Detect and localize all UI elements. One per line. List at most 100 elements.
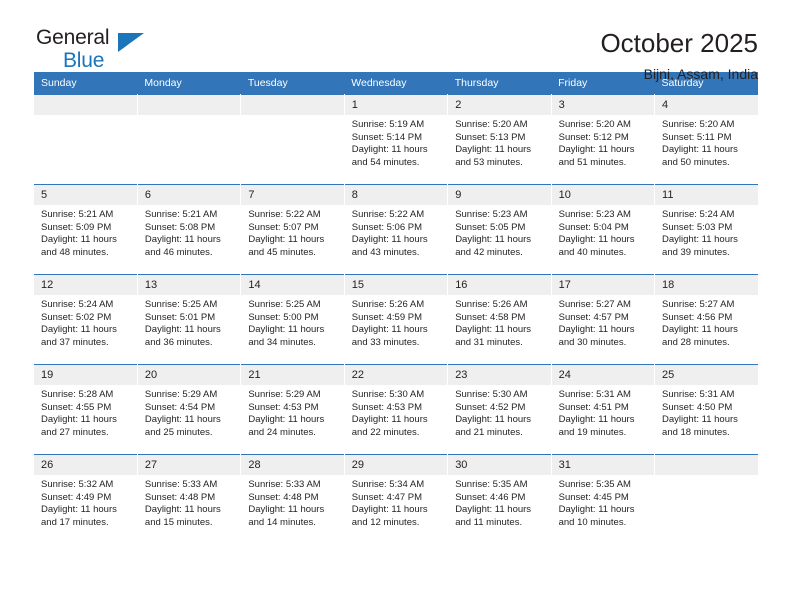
sunset-text: Sunset: 5:02 PM (41, 311, 112, 323)
sunset-text: Sunset: 5:12 PM (558, 131, 629, 143)
sunset-text: Sunset: 4:48 PM (144, 491, 216, 503)
day-number: 17 (551, 275, 655, 295)
day-details: Sunrise: 5:28 AM Sunset: 4:55 PM Dayligh… (34, 385, 137, 439)
day-cell[interactable]: 21 Sunrise: 5:29 AM Sunset: 4:53 PM Dayl… (240, 364, 345, 455)
day-details: Sunrise: 5:20 AM Sunset: 5:11 PM Dayligh… (655, 115, 758, 169)
daylight-text-line1: Daylight: 11 hours (558, 144, 635, 156)
daylight-text-line2: and 30 minutes. (558, 336, 627, 348)
day-number: 15 (344, 275, 448, 295)
sunrise-text: Sunrise: 5:23 AM (558, 209, 631, 220)
day-cell[interactable]: 13 Sunrise: 5:25 AM Sunset: 5:01 PM Dayl… (137, 274, 242, 365)
day-number: 14 (241, 275, 344, 295)
daylight-text-line2: and 40 minutes. (558, 246, 627, 258)
daylight-text-line2: and 42 minutes. (455, 246, 523, 258)
day-cell[interactable]: 1 Sunrise: 5:19 AM Sunset: 5:14 PM Dayli… (344, 94, 449, 185)
day-cell[interactable]: 7 Sunrise: 5:22 AM Sunset: 5:07 PM Dayli… (240, 184, 345, 275)
day-number: 21 (241, 365, 344, 385)
daylight-text-line2: and 12 minutes. (351, 516, 420, 528)
day-number: 1 (344, 95, 448, 115)
sunrise-text: Sunrise: 5:33 AM (144, 479, 218, 490)
page-header: General Blue October 2025 Bijni, Assam, … (34, 0, 758, 83)
week-row: 1 Sunrise: 5:19 AM Sunset: 5:14 PM Dayli… (34, 94, 758, 185)
daylight-text-line2: and 54 minutes. (351, 156, 420, 168)
sunrise-text: Sunrise: 5:26 AM (351, 299, 425, 310)
day-details: Sunrise: 5:34 AM Sunset: 4:47 PM Dayligh… (345, 475, 447, 529)
day-cell[interactable]: 28 Sunrise: 5:33 AM Sunset: 4:48 PM Dayl… (240, 454, 345, 545)
sunset-text: Sunset: 4:53 PM (248, 401, 319, 413)
day-details: Sunrise: 5:29 AM Sunset: 4:53 PM Dayligh… (241, 385, 343, 439)
day-cell[interactable]: 6 Sunrise: 5:21 AM Sunset: 5:08 PM Dayli… (137, 184, 242, 275)
daylight-text-line1: Daylight: 11 hours (351, 234, 428, 246)
day-cell[interactable]: 9 Sunrise: 5:23 AM Sunset: 5:05 PM Dayli… (447, 184, 552, 275)
day-number: 9 (448, 185, 551, 205)
day-cell[interactable]: 22 Sunrise: 5:30 AM Sunset: 4:53 PM Dayl… (344, 364, 449, 455)
day-details (241, 115, 343, 119)
day-number: 31 (551, 455, 655, 475)
sunrise-text: Sunrise: 5:35 AM (558, 479, 631, 490)
sunrise-text: Sunrise: 5:33 AM (248, 479, 321, 490)
day-cell[interactable]: 17 Sunrise: 5:27 AM Sunset: 4:57 PM Dayl… (551, 274, 656, 365)
day-cell[interactable] (654, 454, 758, 545)
day-cell[interactable]: 18 Sunrise: 5:27 AM Sunset: 4:56 PM Dayl… (654, 274, 758, 365)
day-number: 25 (655, 365, 758, 385)
day-cell[interactable]: 11 Sunrise: 5:24 AM Sunset: 5:03 PM Dayl… (654, 184, 758, 275)
day-number: 26 (34, 455, 137, 475)
daylight-text-line2: and 33 minutes. (351, 336, 420, 348)
general-blue-logo[interactable]: General Blue (34, 27, 166, 83)
day-details: Sunrise: 5:21 AM Sunset: 5:08 PM Dayligh… (138, 205, 240, 259)
calendar-page: General Blue October 2025 Bijni, Assam, … (0, 0, 792, 612)
daylight-text-line1: Daylight: 11 hours (351, 504, 428, 516)
day-details: Sunrise: 5:25 AM Sunset: 5:01 PM Dayligh… (138, 295, 240, 349)
daylight-text-line1: Daylight: 11 hours (351, 324, 428, 336)
sunset-text: Sunset: 4:57 PM (558, 311, 629, 323)
daylight-text-line2: and 39 minutes. (662, 246, 730, 258)
triangle-icon (118, 33, 144, 52)
day-cell[interactable]: 2 Sunrise: 5:20 AM Sunset: 5:13 PM Dayli… (447, 94, 552, 185)
day-cell[interactable]: 20 Sunrise: 5:29 AM Sunset: 4:54 PM Dayl… (137, 364, 242, 455)
title-block: October 2025 Bijni, Assam, India (600, 27, 758, 84)
day-cell[interactable]: 12 Sunrise: 5:24 AM Sunset: 5:02 PM Dayl… (34, 274, 138, 365)
sunset-text: Sunset: 4:49 PM (41, 491, 112, 503)
day-cell[interactable] (34, 94, 138, 185)
day-details: Sunrise: 5:20 AM Sunset: 5:13 PM Dayligh… (448, 115, 550, 169)
day-details: Sunrise: 5:33 AM Sunset: 4:48 PM Dayligh… (138, 475, 240, 529)
week-row: 26 Sunrise: 5:32 AM Sunset: 4:49 PM Dayl… (34, 454, 758, 545)
day-cell[interactable]: 23 Sunrise: 5:30 AM Sunset: 4:52 PM Dayl… (447, 364, 552, 455)
day-details: Sunrise: 5:35 AM Sunset: 4:45 PM Dayligh… (552, 475, 654, 529)
day-cell[interactable] (137, 94, 242, 185)
day-cell[interactable]: 14 Sunrise: 5:25 AM Sunset: 5:00 PM Dayl… (240, 274, 345, 365)
day-cell[interactable]: 26 Sunrise: 5:32 AM Sunset: 4:49 PM Dayl… (34, 454, 138, 545)
day-details: Sunrise: 5:20 AM Sunset: 5:12 PM Dayligh… (552, 115, 654, 169)
day-cell[interactable]: 5 Sunrise: 5:21 AM Sunset: 5:09 PM Dayli… (34, 184, 138, 275)
week-row: 12 Sunrise: 5:24 AM Sunset: 5:02 PM Dayl… (34, 274, 758, 365)
day-cell[interactable]: 8 Sunrise: 5:22 AM Sunset: 5:06 PM Dayli… (344, 184, 449, 275)
sunrise-text: Sunrise: 5:30 AM (455, 389, 528, 400)
day-details: Sunrise: 5:26 AM Sunset: 4:58 PM Dayligh… (448, 295, 550, 349)
day-cell[interactable]: 15 Sunrise: 5:26 AM Sunset: 4:59 PM Dayl… (344, 274, 449, 365)
sunset-text: Sunset: 4:54 PM (144, 401, 216, 413)
day-cell[interactable] (240, 94, 345, 185)
daylight-text-line2: and 14 minutes. (248, 516, 316, 528)
sunrise-text: Sunrise: 5:23 AM (455, 209, 528, 220)
day-cell[interactable]: 19 Sunrise: 5:28 AM Sunset: 4:55 PM Dayl… (34, 364, 138, 455)
day-cell[interactable]: 25 Sunrise: 5:31 AM Sunset: 4:50 PM Dayl… (654, 364, 758, 455)
day-details: Sunrise: 5:26 AM Sunset: 4:59 PM Dayligh… (345, 295, 447, 349)
sunset-text: Sunset: 5:01 PM (144, 311, 216, 323)
day-cell[interactable]: 27 Sunrise: 5:33 AM Sunset: 4:48 PM Dayl… (137, 454, 242, 545)
daylight-text-line2: and 19 minutes. (558, 426, 627, 438)
day-cell[interactable]: 16 Sunrise: 5:26 AM Sunset: 4:58 PM Dayl… (447, 274, 552, 365)
daylight-text-line1: Daylight: 11 hours (41, 234, 117, 246)
day-cell[interactable]: 24 Sunrise: 5:31 AM Sunset: 4:51 PM Dayl… (551, 364, 656, 455)
day-cell[interactable]: 3 Sunrise: 5:20 AM Sunset: 5:12 PM Dayli… (551, 94, 656, 185)
sunset-text: Sunset: 4:59 PM (351, 311, 422, 323)
day-cell[interactable]: 10 Sunrise: 5:23 AM Sunset: 5:04 PM Dayl… (551, 184, 656, 275)
day-cell[interactable]: 4 Sunrise: 5:20 AM Sunset: 5:11 PM Dayli… (654, 94, 758, 185)
day-number (34, 95, 137, 115)
day-cell[interactable]: 29 Sunrise: 5:34 AM Sunset: 4:47 PM Dayl… (344, 454, 449, 545)
daylight-text-line2: and 50 minutes. (662, 156, 730, 168)
sunrise-text: Sunrise: 5:27 AM (558, 299, 631, 310)
day-cell[interactable]: 30 Sunrise: 5:35 AM Sunset: 4:46 PM Dayl… (447, 454, 552, 545)
daylight-text-line1: Daylight: 11 hours (144, 324, 221, 336)
day-cell[interactable]: 31 Sunrise: 5:35 AM Sunset: 4:45 PM Dayl… (551, 454, 656, 545)
page-title: October 2025 (600, 28, 758, 58)
